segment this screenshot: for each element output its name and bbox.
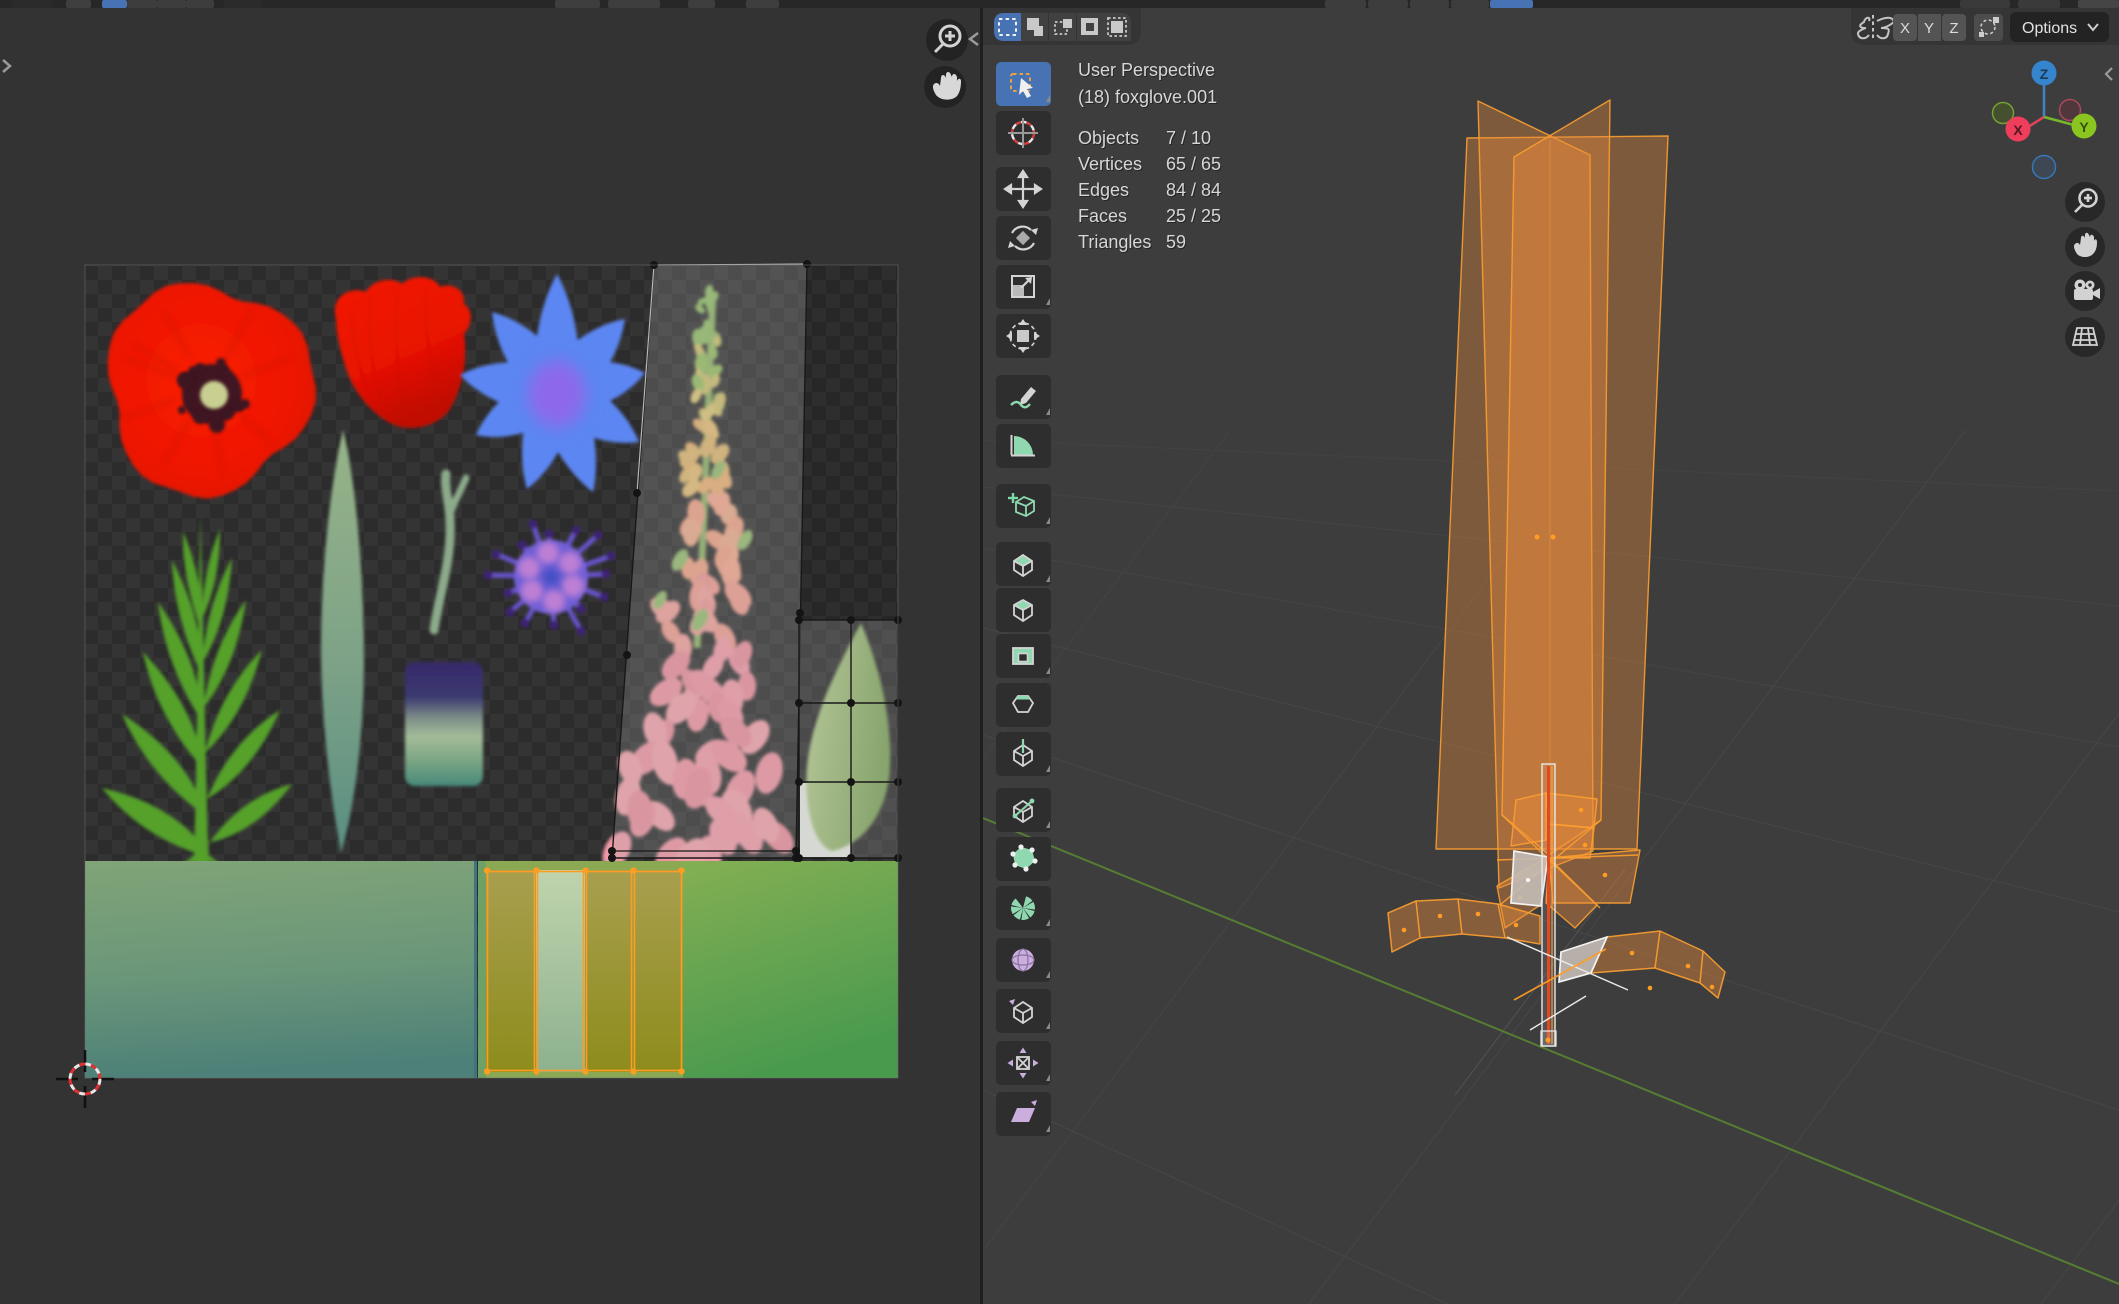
svg-text:Y: Y bbox=[2079, 119, 2089, 135]
svg-text:X: X bbox=[2013, 122, 2023, 138]
svg-text:Objects: Objects bbox=[1078, 128, 1139, 148]
svg-text:Y: Y bbox=[1924, 20, 1934, 37]
svg-text:(18) foxglove.001: (18) foxglove.001 bbox=[1078, 87, 1217, 107]
svg-text:Edges: Edges bbox=[1078, 180, 1129, 200]
svg-text:Vertices: Vertices bbox=[1078, 154, 1142, 174]
svg-text:84 / 84: 84 / 84 bbox=[1166, 180, 1221, 200]
svg-text:25 / 25: 25 / 25 bbox=[1166, 206, 1221, 226]
svg-text:User Perspective: User Perspective bbox=[1078, 60, 1215, 80]
svg-text:Options: Options bbox=[2022, 20, 2077, 37]
svg-text:7 / 10: 7 / 10 bbox=[1166, 128, 1211, 148]
svg-text:X: X bbox=[1900, 20, 1910, 37]
svg-text:59: 59 bbox=[1166, 232, 1186, 252]
svg-text:Triangles: Triangles bbox=[1078, 232, 1151, 252]
svg-text:Faces: Faces bbox=[1078, 206, 1127, 226]
svg-text:Z: Z bbox=[2040, 66, 2049, 82]
svg-text:Z: Z bbox=[1949, 20, 1958, 37]
svg-text:65 / 65: 65 / 65 bbox=[1166, 154, 1221, 174]
